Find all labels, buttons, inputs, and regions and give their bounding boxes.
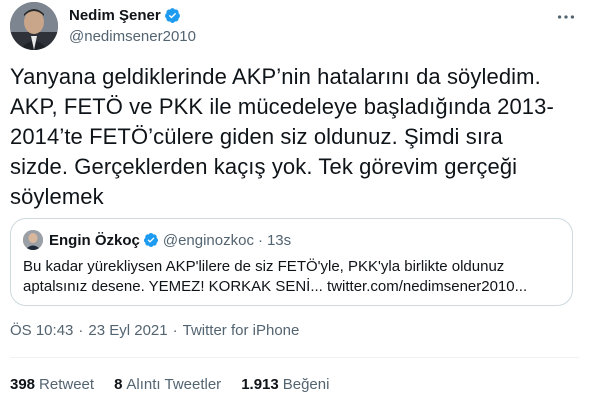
more-options-icon[interactable]: [555, 6, 577, 28]
author-handle[interactable]: @nedimsener2010: [69, 28, 196, 45]
quote-tweets-label: Alıntı Tweetler: [126, 376, 222, 393]
quoted-tweet-time: 13s: [266, 231, 292, 249]
author-name[interactable]: Nedim Şener: [69, 7, 161, 24]
separator-dot: ·: [78, 322, 84, 339]
author-name-row: Nedim Şener: [69, 5, 196, 25]
separator-dot: ·: [257, 231, 263, 249]
likes-count: 1.913: [241, 376, 279, 393]
tweet-source[interactable]: Twitter for iPhone: [183, 322, 300, 339]
quote-tweets-count: 8: [114, 376, 123, 393]
tweet-text-line: 2014’te FETÖ’cülere giden siz oldunuz. Ş…: [10, 124, 503, 149]
likes-label: Beğeni: [282, 376, 330, 393]
quoted-tweet-text: Bu kadar yürekliysen AKP'lilere de siz F…: [23, 257, 563, 297]
quoted-text-line: Bu kadar yürekliysen AKP'lilere de siz F…: [23, 258, 505, 275]
tweet-text-line: Yanyana geldiklerinde AKP’nin hatalarını…: [10, 64, 541, 89]
retweets-count: 398: [10, 376, 36, 393]
tweet-header: Nedim Şener @nedimsener2010: [10, 2, 579, 54]
tweet-time[interactable]: ÖS 10:43: [10, 322, 73, 339]
quote-tweets-stat[interactable]: 8 Alıntı Tweetler: [114, 376, 221, 393]
tweet-stats: 398 Retweet 8 Alıntı Tweetler 1.913 Beğeni: [10, 376, 349, 393]
verified-badge-icon: [143, 232, 159, 248]
tweet-meta: ÖS 10:43 · 23 Eyl 2021 · Twitter for iPh…: [10, 322, 299, 339]
separator-dot: ·: [172, 322, 178, 339]
divider: [10, 357, 579, 358]
tweet-text-line: sizde. Gerçeklerden kaçış yok. Tek görev…: [10, 154, 518, 179]
quoted-text-line: aptalsınız desene. YEMEZ! KORKAK SENİ...…: [23, 278, 528, 295]
tweet-date[interactable]: 23 Eyl 2021: [88, 322, 167, 339]
retweets-stat[interactable]: 398 Retweet: [10, 376, 94, 393]
tweet-card: Nedim Şener @nedimsener2010 Yanyana geld…: [0, 0, 589, 401]
quoted-author-name: Engin Özkoç: [49, 231, 140, 249]
quoted-author-avatar: [23, 230, 43, 250]
author-avatar[interactable]: [10, 2, 58, 50]
quoted-tweet[interactable]: Engin Özkoç @enginozkoc · 13s Bu kadar y…: [10, 218, 573, 306]
retweets-label: Retweet: [39, 376, 95, 393]
tweet-text-line: AKP, FETÖ ve PKK ile mücedeleye başladığ…: [10, 94, 554, 119]
likes-stat[interactable]: 1.913 Beğeni: [241, 376, 329, 393]
quoted-tweet-header: Engin Özkoç @enginozkoc · 13s: [23, 230, 291, 250]
verified-badge-icon: [164, 7, 181, 24]
quoted-author-handle: @enginozkoc: [162, 231, 254, 249]
tweet-text-line: söylemek: [10, 184, 104, 209]
tweet-text: Yanyana geldiklerinde AKP’nin hatalarını…: [10, 62, 575, 212]
author-block: Nedim Şener @nedimsener2010: [69, 5, 196, 46]
